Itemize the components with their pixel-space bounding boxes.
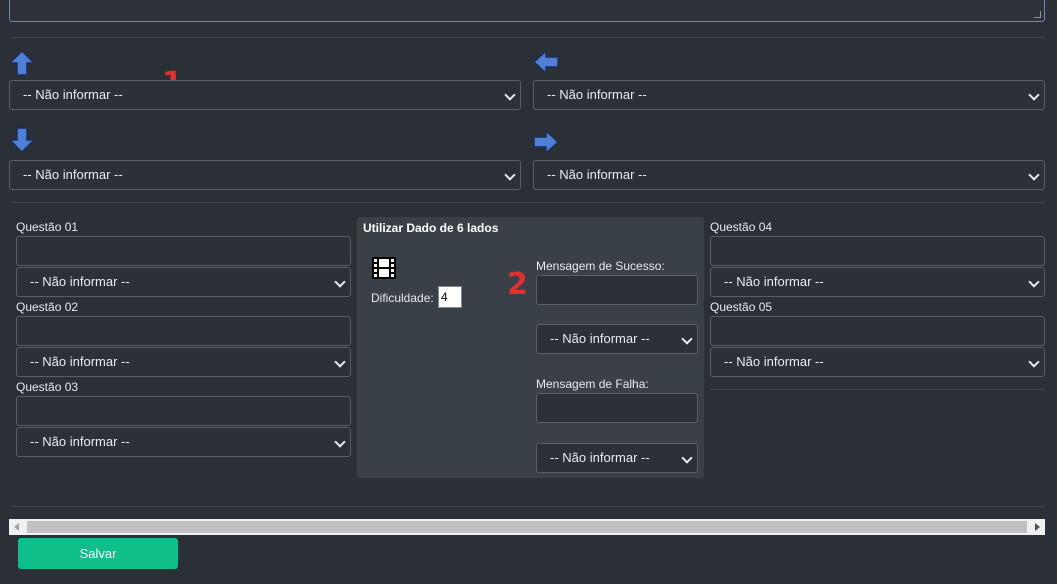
scroll-thumb[interactable] bbox=[27, 521, 1027, 533]
select-value: -- Não informar -- bbox=[30, 434, 130, 449]
failure-message-label: Mensagem de Falha: bbox=[536, 377, 649, 391]
dice-panel-title: Utilizar Dado de 6 lados bbox=[363, 221, 499, 235]
select-value: -- Não informar -- bbox=[23, 167, 123, 182]
direction-down-select[interactable]: -- Não informar -- bbox=[9, 160, 521, 190]
select-value: -- Não informar -- bbox=[724, 354, 824, 369]
select-value: -- Não informar -- bbox=[30, 354, 130, 369]
question-02-input[interactable] bbox=[16, 316, 351, 346]
chevron-down-icon bbox=[334, 436, 346, 448]
top-textarea[interactable] bbox=[9, 0, 1045, 22]
select-value: -- Não informar -- bbox=[724, 274, 824, 289]
chevron-down-icon bbox=[681, 333, 693, 345]
chevron-down-icon bbox=[1028, 169, 1040, 181]
chevron-down-icon bbox=[1028, 89, 1040, 101]
direction-right-select[interactable]: -- Não informar -- bbox=[533, 160, 1045, 190]
failure-message-select[interactable]: -- Não informar -- bbox=[536, 443, 698, 473]
chevron-down-icon bbox=[504, 169, 516, 181]
film-icon bbox=[372, 257, 396, 284]
chevron-down-icon bbox=[1028, 356, 1040, 368]
arrow-right-icon bbox=[533, 130, 559, 154]
question-02-select[interactable]: -- Não informar -- bbox=[16, 347, 351, 377]
question-01-label: Questão 01 bbox=[16, 220, 79, 234]
direction-up-select[interactable]: -- Não informar -- bbox=[9, 80, 521, 110]
horizontal-scrollbar[interactable] bbox=[9, 519, 1045, 535]
arrow-down-icon bbox=[9, 127, 35, 153]
divider bbox=[9, 37, 1045, 38]
question-05-label: Questão 05 bbox=[710, 300, 773, 314]
resize-grip[interactable] bbox=[1034, 11, 1041, 18]
scroll-right-icon[interactable] bbox=[1035, 523, 1040, 531]
direction-left-select[interactable]: -- Não informar -- bbox=[533, 80, 1045, 110]
success-message-label: Mensagem de Sucesso: bbox=[536, 259, 665, 273]
divider bbox=[9, 506, 1045, 507]
question-01-select[interactable]: -- Não informar -- bbox=[16, 267, 351, 297]
arrow-up-icon bbox=[9, 50, 35, 76]
chevron-down-icon bbox=[504, 89, 516, 101]
dice-panel: Utilizar Dado de 6 lados Dificuldade: 4 … bbox=[357, 217, 704, 478]
question-03-select[interactable]: -- Não informar -- bbox=[16, 427, 351, 457]
question-02-label: Questão 02 bbox=[16, 300, 79, 314]
select-value: -- Não informar -- bbox=[547, 167, 647, 182]
arrow-left-icon bbox=[533, 50, 559, 74]
select-value: -- Não informar -- bbox=[30, 274, 130, 289]
question-03-input[interactable] bbox=[16, 396, 351, 426]
scroll-left-icon[interactable] bbox=[14, 523, 19, 531]
question-04-input[interactable] bbox=[710, 236, 1045, 266]
question-05-select[interactable]: -- Não informar -- bbox=[710, 347, 1045, 377]
failure-message-input[interactable] bbox=[536, 393, 698, 423]
save-button[interactable]: Salvar bbox=[18, 538, 178, 569]
select-value: -- Não informar -- bbox=[23, 87, 123, 102]
marker-2: 2 bbox=[507, 267, 528, 302]
question-04-label: Questão 04 bbox=[710, 220, 773, 234]
difficulty-input[interactable]: 4 bbox=[438, 286, 462, 308]
success-message-select[interactable]: -- Não informar -- bbox=[536, 324, 698, 354]
question-04-select[interactable]: -- Não informar -- bbox=[710, 267, 1045, 297]
select-value: -- Não informar -- bbox=[550, 331, 650, 346]
question-03-label: Questão 03 bbox=[16, 380, 79, 394]
chevron-down-icon bbox=[334, 276, 346, 288]
difficulty-label: Dificuldade: bbox=[371, 291, 434, 305]
divider bbox=[710, 389, 1045, 390]
question-01-input[interactable] bbox=[16, 236, 351, 266]
chevron-down-icon bbox=[681, 452, 693, 464]
chevron-down-icon bbox=[334, 356, 346, 368]
chevron-down-icon bbox=[1028, 276, 1040, 288]
success-message-input[interactable] bbox=[536, 275, 698, 305]
divider bbox=[9, 202, 1045, 203]
question-05-input[interactable] bbox=[710, 316, 1045, 346]
select-value: -- Não informar -- bbox=[547, 87, 647, 102]
select-value: -- Não informar -- bbox=[550, 450, 650, 465]
